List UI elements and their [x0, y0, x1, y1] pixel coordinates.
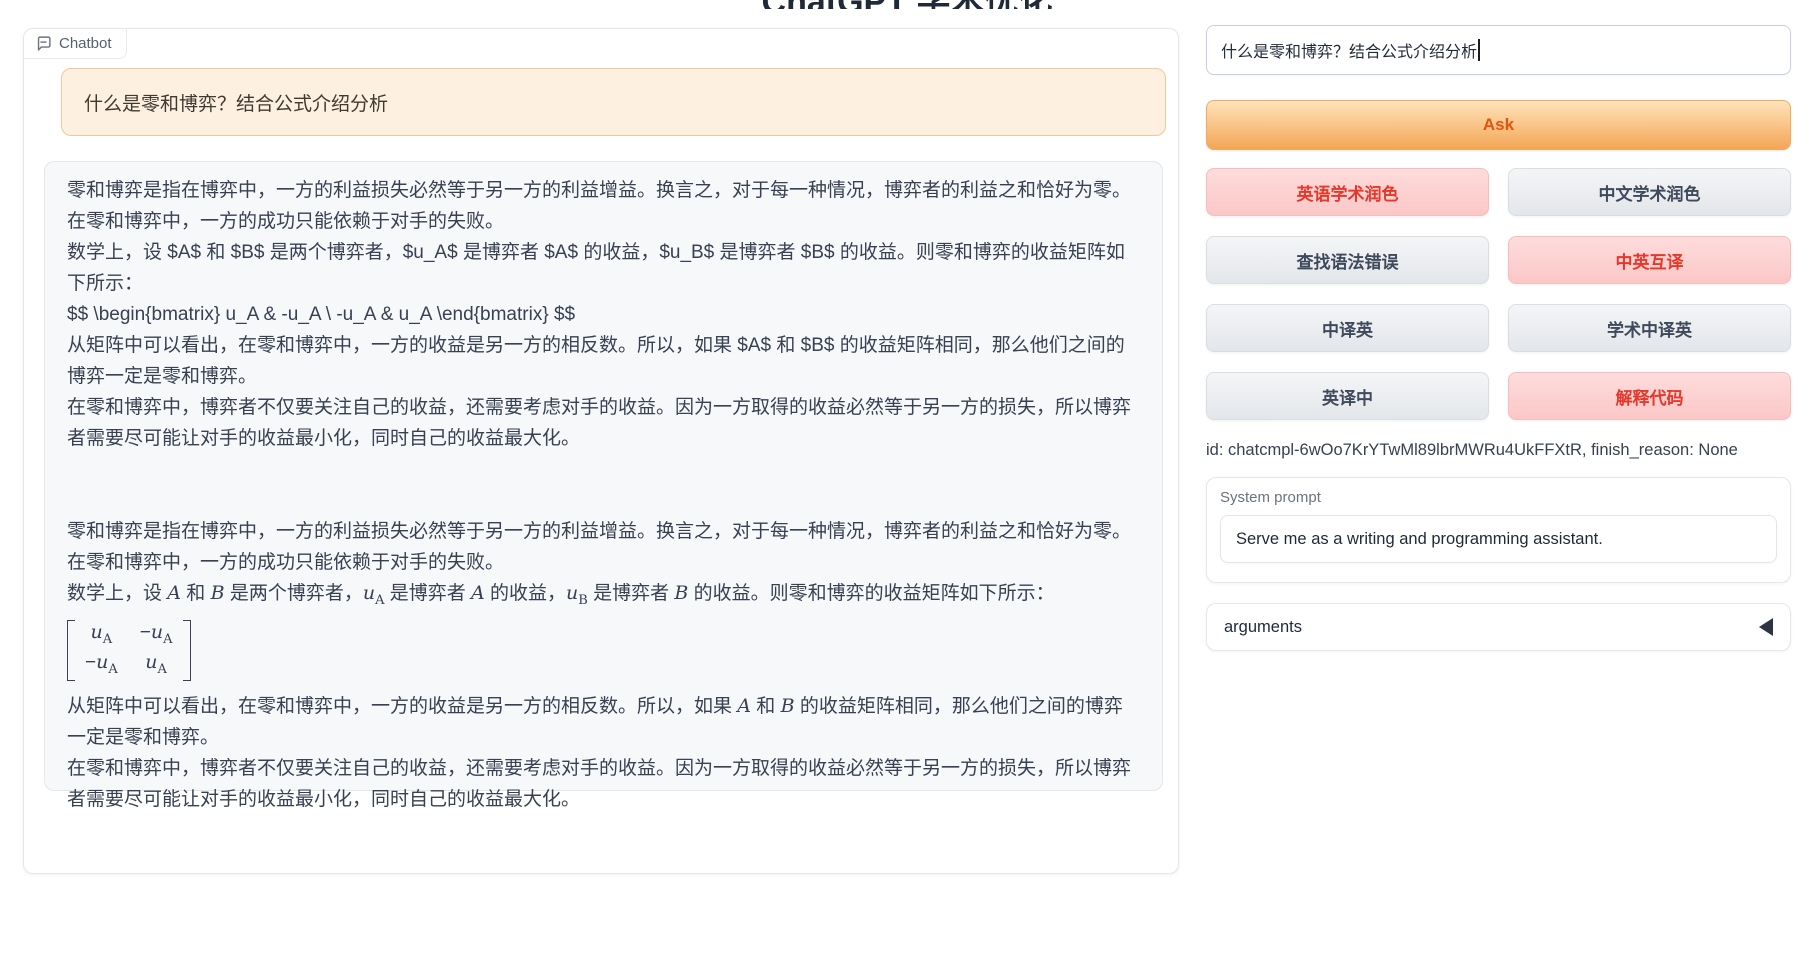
quick-action-grid: 英语学术润色 中文学术润色 查找语法错误 中英互译 中译英 学术中译英 英译中 …	[1206, 168, 1791, 420]
matrix-cell: −uA	[85, 651, 118, 681]
system-prompt-label: System prompt	[1220, 489, 1777, 506]
payoff-matrix: uA −uA −uA uA	[67, 620, 191, 682]
button-academic-zh-to-en[interactable]: 学术中译英	[1508, 304, 1791, 352]
ask-button[interactable]: Ask	[1206, 100, 1791, 150]
matrix-cell: −uA	[140, 621, 173, 651]
bot-paragraph-math-rendered: 数学上，设 A 和 B 是两个博弈者，uA 是博弈者 A 的收益，uB 是博弈者…	[67, 578, 1140, 616]
question-input[interactable]: 什么是零和博弈？结合公式介绍分析	[1206, 25, 1791, 75]
button-zh-en-mutual-translate[interactable]: 中英互译	[1508, 236, 1791, 284]
bot-paragraph-definition-2: 零和博弈是指在博弈中，一方的利益损失必然等于另一方的利益增益。换言之，对于每一种…	[67, 516, 1140, 578]
button-zh-to-en[interactable]: 中译英	[1206, 304, 1489, 352]
matrix-left-bracket	[67, 620, 75, 682]
bot-paragraph-conclusion-raw: 从矩阵中可以看出，在零和博弈中，一方的收益是另一方的相反数。所以，如果 $A$ …	[67, 330, 1140, 392]
bot-paragraph-definition: 零和博弈是指在博弈中，一方的利益损失必然等于另一方的利益增益。换言之，对于每一种…	[67, 175, 1140, 237]
bot-paragraph-strategy-2: 在零和博弈中，博弈者不仅要关注自己的收益，还需要考虑对手的收益。因为一方取得的收…	[67, 753, 1140, 815]
arguments-accordion[interactable]: arguments	[1206, 603, 1791, 651]
user-message-bubble: 什么是零和博弈？结合公式介绍分析	[61, 68, 1166, 136]
user-message-text: 什么是零和博弈？结合公式介绍分析	[84, 89, 388, 116]
system-prompt-input[interactable]: Serve me as a writing and programming as…	[1220, 515, 1777, 563]
page-title-clipped: ChatGPT 学术优化	[0, 0, 1814, 9]
bot-paragraph-strategy: 在零和博弈中，博弈者不仅要关注自己的收益，还需要考虑对手的收益。因为一方取得的收…	[67, 392, 1140, 454]
button-explain-code[interactable]: 解释代码	[1508, 372, 1791, 420]
text-caret	[1478, 39, 1480, 61]
matrix-cell: uA	[140, 651, 173, 681]
chatbot-label-text: Chatbot	[59, 35, 112, 52]
system-prompt-value: Serve me as a writing and programming as…	[1236, 530, 1603, 549]
system-prompt-panel: System prompt Serve me as a writing and …	[1206, 477, 1791, 583]
bot-message-gap	[67, 454, 1140, 516]
bot-paragraph-conclusion-rendered: 从矩阵中可以看出，在零和博弈中，一方的收益是另一方的相反数。所以，如果 A 和 …	[67, 691, 1140, 753]
question-input-value: 什么是零和博弈？结合公式介绍分析	[1221, 38, 1477, 62]
matrix-right-bracket	[183, 620, 191, 682]
chat-bubble-icon	[35, 35, 52, 52]
matrix-cell: uA	[85, 621, 118, 651]
accordion-collapsed-arrow-icon	[1759, 618, 1773, 636]
bot-message-bubble: 零和博弈是指在博弈中，一方的利益损失必然等于另一方的利益增益。换言之，对于每一种…	[44, 161, 1163, 791]
button-english-academic-polish[interactable]: 英语学术润色	[1206, 168, 1489, 216]
button-en-to-zh[interactable]: 英译中	[1206, 372, 1489, 420]
bot-paragraph-latex-raw: $$ \begin{bmatrix} u_A & -u_A \ -u_A & u…	[67, 299, 1140, 330]
chatbot-panel: Chatbot 什么是零和博弈？结合公式介绍分析 零和博弈是指在博弈中，一方的利…	[23, 28, 1179, 874]
button-chinese-academic-polish[interactable]: 中文学术润色	[1508, 168, 1791, 216]
button-find-grammar-errors[interactable]: 查找语法错误	[1206, 236, 1489, 284]
bot-paragraph-math-raw: 数学上，设 $A$ 和 $B$ 是两个博弈者，$u_A$ 是博弈者 $A$ 的收…	[67, 237, 1140, 299]
response-status-line: id: chatcmpl-6wOo7KrYTwMl89lbrMWRu4UkFFX…	[1206, 441, 1738, 460]
page-title-text: ChatGPT 学术优化	[762, 0, 1053, 9]
chatbot-label: Chatbot	[24, 29, 127, 59]
arguments-accordion-label: arguments	[1224, 618, 1302, 637]
